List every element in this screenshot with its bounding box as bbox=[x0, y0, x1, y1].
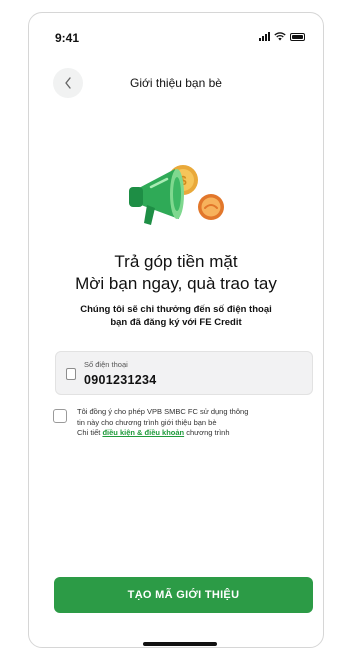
status-bar: 9:41 bbox=[29, 13, 323, 57]
consent-line-2: tin này cho chương trình giới thiệu bạn … bbox=[77, 417, 217, 427]
consent-details-suffix: chương trình bbox=[184, 428, 230, 437]
subtext-line-1: Chúng tôi sẽ chi thưởng đến số điện thoạ… bbox=[80, 304, 272, 315]
consent-line-1: Tôi đồng ý cho phép VPB SMBC FC sử dụng … bbox=[77, 407, 249, 416]
headline-line-2: Mời bạn ngay, quà trao tay bbox=[75, 274, 277, 293]
status-icons bbox=[259, 32, 305, 41]
consent-details-prefix: Chi tiết bbox=[77, 428, 103, 437]
signal-icon bbox=[259, 32, 270, 41]
status-time: 9:41 bbox=[55, 31, 80, 45]
promo-subtext: Chúng tôi sẽ chi thưởng đến số điện thoạ… bbox=[53, 303, 299, 329]
subtext-line-2: bạn đã đăng ký với FE Credit bbox=[110, 317, 242, 328]
consent-text: Tôi đồng ý cho phép VPB SMBC FC sử dụng … bbox=[77, 407, 313, 439]
create-referral-code-button[interactable]: TẠO MÃ GIỚI THIỆU bbox=[54, 577, 313, 613]
phone-number-field[interactable]: Số điện thoại 0901231234 bbox=[55, 351, 313, 395]
consent-checkbox[interactable] bbox=[53, 409, 67, 423]
battery-icon bbox=[290, 32, 305, 41]
wifi-icon bbox=[274, 32, 286, 41]
nav-bar: Giới thiệu bạn bè bbox=[29, 66, 323, 102]
headline-line-1: Trả góp tiền mặt bbox=[114, 252, 238, 271]
consent-line-3: Chi tiết điều kiện & điều khoản chương t… bbox=[77, 428, 313, 439]
phone-frame: 9:41 Giới thiệu bạn bè $ Trả góp tiền mặ… bbox=[28, 12, 324, 648]
phone-field-label: Số điện thoại bbox=[84, 360, 128, 369]
phone-field-value: 0901231234 bbox=[84, 373, 157, 387]
terms-link[interactable]: điều kiện & điều khoản bbox=[102, 428, 184, 437]
page-title: Giới thiệu bạn bè bbox=[130, 76, 222, 90]
phone-field-icon bbox=[66, 368, 76, 380]
megaphone-coins-illustration: $ bbox=[129, 165, 224, 225]
home-indicator bbox=[143, 642, 217, 646]
promo-headline: Trả góp tiền mặt Mời bạn ngay, quà trao … bbox=[29, 251, 323, 295]
